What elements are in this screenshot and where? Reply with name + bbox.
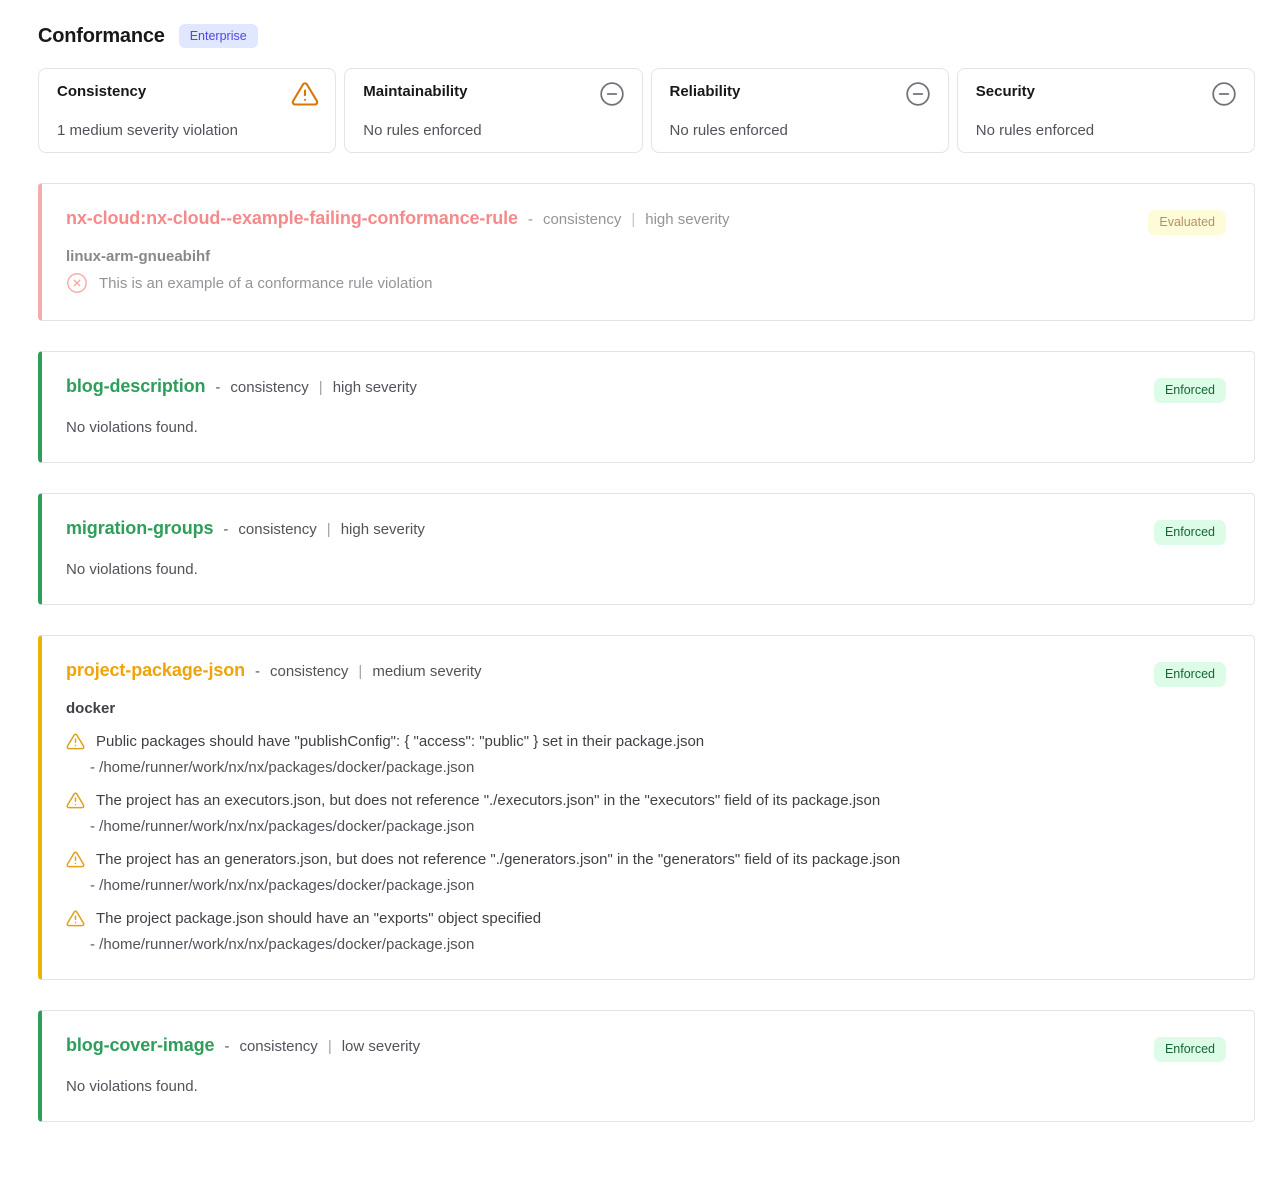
meta-pipe: | [327,521,331,538]
status-badge: Enforced [1154,378,1226,402]
minus-circle-icon [904,80,932,108]
rule-name-link[interactable]: project-package-json [66,660,245,681]
enterprise-badge: Enterprise [179,24,258,48]
rule-card-blog-description: blog-description - consistency | high se… [38,351,1255,463]
meta-dash: - [223,521,228,538]
page-header: Conformance Enterprise [38,24,1255,48]
warning-triangle-icon [66,732,85,751]
meta-dash: - [224,1038,229,1055]
rule-card-blog-cover-image: blog-cover-image - consistency | low sev… [38,1010,1255,1122]
summary-card-title: Reliability [670,83,930,100]
meta-dash: - [528,211,533,228]
no-violations-text: No violations found. [66,561,1226,578]
rule-severity: medium severity [372,663,481,680]
meta-pipe: | [631,211,635,228]
rule-name-link[interactable]: migration-groups [66,518,213,539]
meta-dash: - [215,379,220,396]
meta-pipe: | [319,379,323,396]
rule-severity: high severity [341,521,425,538]
rule-name-link[interactable]: nx-cloud:nx-cloud--example-failing-confo… [66,208,518,229]
violation-path: - /home/runner/work/nx/nx/packages/docke… [90,818,1226,835]
rule-header: blog-cover-image - consistency | low sev… [66,1035,1226,1056]
violation-path: - /home/runner/work/nx/nx/packages/docke… [90,759,1226,776]
summary-card-grid: Consistency 1 medium severity violation … [38,68,1255,153]
rule-category: consistency [239,1038,317,1055]
minus-circle-icon [598,80,626,108]
violation-message: The project has an generators.json, but … [96,851,900,868]
violation-path: - /home/runner/work/nx/nx/packages/docke… [90,877,1226,894]
conformance-page: Conformance Enterprise Consistency 1 med… [0,0,1287,1122]
rule-header: migration-groups - consistency | high se… [66,518,1226,539]
warning-triangle-icon [66,791,85,810]
summary-card-security: Security No rules enforced [957,68,1255,153]
rule-header: nx-cloud:nx-cloud--example-failing-confo… [66,208,1226,229]
summary-card-title: Maintainability [363,83,623,100]
rule-header: project-package-json - consistency | med… [66,660,1226,681]
summary-card-reliability: Reliability No rules enforced [651,68,949,153]
minus-circle-icon [1210,80,1238,108]
status-badge: Enforced [1154,1037,1226,1061]
violation-item: The project has an generators.json, but … [66,850,1226,894]
no-violations-text: No violations found. [66,1078,1226,1095]
rule-category: consistency [270,663,348,680]
summary-card-status: No rules enforced [363,122,481,139]
rule-card-project-package-json: project-package-json - consistency | med… [38,635,1255,980]
rule-category: consistency [230,379,308,396]
rule-severity: high severity [645,211,729,228]
status-badge: Enforced [1154,662,1226,686]
violation-message: The project package.json should have an … [96,910,541,927]
violation-path: - /home/runner/work/nx/nx/packages/docke… [90,936,1226,953]
rule-name-link[interactable]: blog-description [66,376,205,397]
rule-card-migration-groups: migration-groups - consistency | high se… [38,493,1255,605]
summary-card-status: No rules enforced [670,122,788,139]
rule-header: blog-description - consistency | high se… [66,376,1226,397]
violation-item: The project package.json should have an … [66,909,1226,953]
violation-row: This is an example of a conformance rule… [66,272,1226,294]
page-title: Conformance [38,25,165,48]
warning-triangle-icon [66,909,85,928]
warning-triangle-icon [66,850,85,869]
warning-triangle-icon [291,80,319,108]
summary-card-title: Consistency [57,83,317,100]
violation-item: The project has an executors.json, but d… [66,791,1226,835]
rule-card-example-failing-conformance-rule: nx-cloud:nx-cloud--example-failing-confo… [38,183,1255,321]
project-name: docker [66,700,1226,717]
rule-category: consistency [543,211,621,228]
summary-card-status: 1 medium severity violation [57,122,238,139]
no-violations-text: No violations found. [66,419,1226,436]
summary-card-maintainability: Maintainability No rules enforced [344,68,642,153]
status-badge: Evaluated [1148,210,1226,234]
violation-message: This is an example of a conformance rule… [99,275,433,292]
meta-pipe: | [358,663,362,680]
rule-severity: low severity [342,1038,420,1055]
meta-pipe: | [328,1038,332,1055]
x-circle-icon [66,272,88,294]
summary-card-title: Security [976,83,1236,100]
rule-severity: high severity [333,379,417,396]
rule-category: consistency [238,521,316,538]
violation-message: Public packages should have "publishConf… [96,733,704,750]
summary-card-status: No rules enforced [976,122,1094,139]
status-badge: Enforced [1154,520,1226,544]
violation-message: The project has an executors.json, but d… [96,792,880,809]
violation-item: Public packages should have "publishConf… [66,732,1226,776]
summary-card-consistency: Consistency 1 medium severity violation [38,68,336,153]
rule-name-link[interactable]: blog-cover-image [66,1035,214,1056]
project-name: linux-arm-gnueabihf [66,248,1226,265]
meta-dash: - [255,663,260,680]
